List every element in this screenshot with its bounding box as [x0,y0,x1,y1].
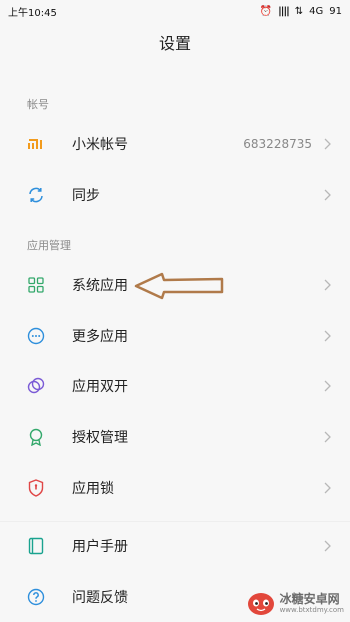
settings-row-permissions[interactable]: 授权管理 [0,412,350,462]
mi-logo-icon [27,135,45,153]
chevron-right-icon [324,380,331,392]
question-icon [27,588,45,606]
annotation-arrow-icon [134,272,224,300]
battery-level: 91 [329,5,342,17]
row-label: 应用双开 [72,379,128,395]
row-label: 同步 [72,188,100,204]
watermark-url: www.btxtdmy.com [279,605,344,614]
settings-row-user-manual[interactable]: 用户手册 [0,521,350,571]
watermark-logo-icon [247,593,274,615]
signal-icon: |||| [278,5,290,17]
chevron-right-icon [324,138,331,150]
settings-row-more-apps[interactable]: 更多应用 [0,311,350,361]
settings-row-app-lock[interactable]: 应用锁 [0,463,350,513]
grid-apps-icon [27,276,45,294]
row-value: 683228735 [243,137,312,151]
data-transfer-icon: ⇅ [294,5,304,17]
section-label-account: 帐号 [27,98,49,111]
row-label: 系统应用 [72,278,128,294]
status-time: 上午10:45 [8,7,57,19]
row-label: 更多应用 [72,329,128,345]
chevron-right-icon [324,431,331,443]
badge-icon [27,428,45,446]
manual-icon [27,537,45,555]
row-label: 应用锁 [72,481,114,497]
status-indicators: ⏰ |||| ⇅ 4G 91 [260,6,342,17]
chevron-right-icon [324,279,331,291]
chevron-right-icon [324,482,331,494]
chevron-right-icon [324,189,331,201]
network-type: 4G [309,5,324,17]
settings-row-sync[interactable]: 同步 [0,170,350,220]
shield-lock-icon [27,479,45,497]
page-title: 设置 [158,34,191,53]
alarm-icon: ⏰ [259,5,273,17]
row-label: 用户手册 [72,539,128,555]
section-label-app-management: 应用管理 [27,239,71,252]
row-label: 小米帐号 [72,137,128,153]
settings-row-mi-account[interactable]: 小米帐号 683228735 [0,119,350,169]
watermark: 冰糖安卓网 www.btxtdmy.com [246,590,344,616]
dual-circles-icon [27,377,45,395]
chevron-right-icon [324,330,331,342]
status-bar: 上午10:45 ⏰ |||| ⇅ 4G 91 [0,0,350,22]
sync-icon [27,186,45,204]
watermark-text: 冰糖安卓网 [279,591,340,606]
row-label: 问题反馈 [72,590,128,606]
settings-row-dual-apps[interactable]: 应用双开 [0,361,350,411]
row-label: 授权管理 [72,430,128,446]
more-dots-icon [27,327,45,345]
chevron-right-icon [324,540,331,552]
